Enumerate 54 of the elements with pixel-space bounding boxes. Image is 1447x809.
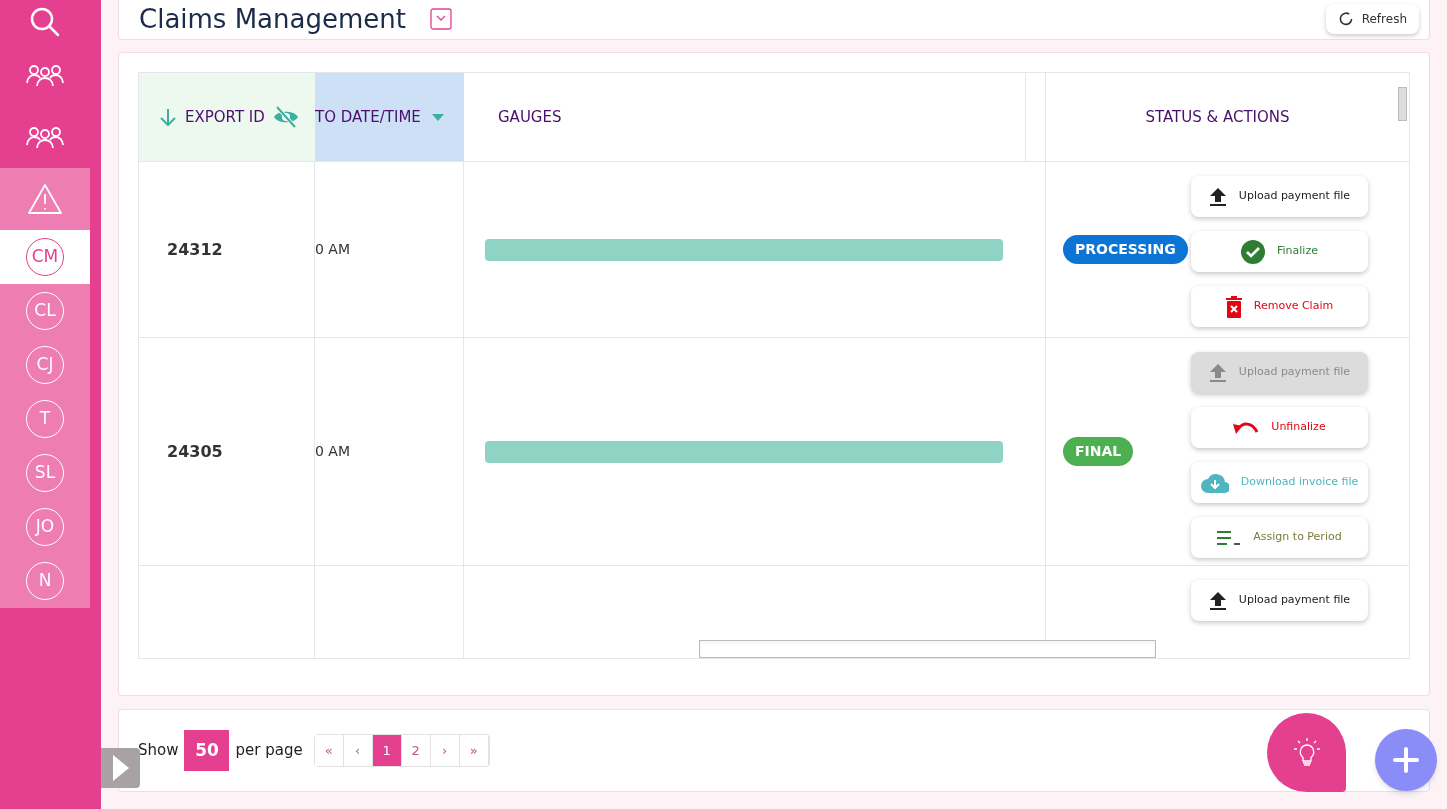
refresh-button[interactable]: Refresh	[1325, 4, 1419, 34]
per-page-label: per page	[235, 740, 303, 762]
hidden-eye-icon	[272, 106, 299, 128]
action-button[interactable]: Download invoice file	[1191, 462, 1368, 503]
vertical-scrollbar[interactable]	[1398, 87, 1407, 121]
column-header[interactable]: EXPORT ID	[139, 73, 315, 161]
table-cell-text: 0 AM	[315, 240, 350, 259]
dropdown-icon	[429, 8, 452, 30]
people-icon	[25, 125, 65, 149]
table-cell-text: 0 AM	[315, 442, 350, 461]
sidebar-item[interactable]: JO	[0, 500, 90, 554]
search-icon	[28, 5, 62, 39]
list-icon	[1217, 530, 1242, 545]
status-badge: PROCESSING	[1063, 235, 1188, 264]
status-badge: FINAL	[1063, 437, 1134, 466]
sort-down-icon	[159, 108, 177, 126]
page-button[interactable]: 1	[372, 735, 402, 766]
table-cell-text: 24305	[167, 440, 223, 463]
action-button[interactable]: Upload payment file	[1191, 580, 1368, 621]
action-button[interactable]: Assign to Period	[1191, 517, 1368, 558]
warning-icon	[27, 183, 63, 215]
sidebar-item[interactable]: T	[0, 392, 90, 446]
sidebar-item[interactable]: N	[0, 554, 90, 608]
sidebar-item[interactable]	[0, 168, 90, 230]
page-size-value[interactable]: 50	[184, 730, 230, 771]
lightbulb-icon	[1293, 737, 1320, 768]
check-circle-icon	[1241, 239, 1265, 264]
horizontal-scrollbar[interactable]	[699, 640, 1156, 658]
table-cell-text: 24312	[167, 238, 223, 261]
action-button[interactable]: Upload payment file	[1191, 176, 1368, 217]
refresh-icon	[1337, 11, 1354, 27]
page-button[interactable]: «	[314, 735, 344, 766]
caret-icon	[432, 113, 444, 121]
cloud-download-icon	[1200, 472, 1229, 493]
column-header: GAUGES	[498, 106, 562, 128]
trash-icon	[1225, 295, 1242, 318]
action-button[interactable]: Unfinalize	[1191, 407, 1368, 448]
play-icon	[112, 755, 129, 781]
action-button[interactable]: Finalize	[1191, 231, 1368, 272]
page-title: Claims Management	[139, 6, 406, 32]
sidebar-item[interactable]: CJ	[0, 338, 90, 392]
sidebar-item[interactable]: SL	[0, 446, 90, 500]
column-header: STATUS & ACTIONS	[1145, 106, 1290, 128]
plus-icon	[1393, 747, 1419, 773]
sidebar-item[interactable]: CM	[0, 230, 90, 284]
upload-icon	[1208, 186, 1227, 207]
column-header[interactable]: TO DATE/TIME	[315, 73, 464, 161]
upload-icon	[1208, 590, 1227, 611]
sidebar-item[interactable]: CL	[0, 284, 90, 338]
expand-toggle[interactable]	[101, 748, 140, 788]
upload-icon	[1208, 362, 1227, 383]
action-button[interactable]: Remove Claim	[1191, 286, 1368, 327]
show-label: Show	[138, 740, 179, 762]
people-icon	[25, 63, 65, 87]
